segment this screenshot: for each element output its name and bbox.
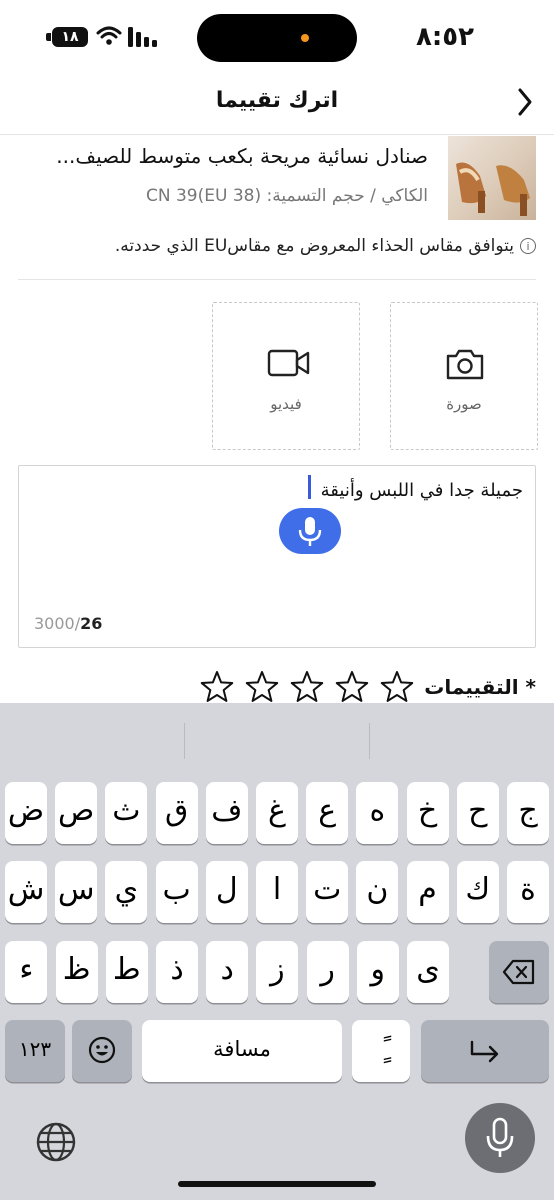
counter-max: 3000/ [34,614,81,633]
back-chevron-icon[interactable] [516,86,534,118]
product-variant: الكاكي / حجم التسمية: (38 CN 39(EU [145,186,428,206]
key-row3-1[interactable]: ى [407,941,449,1003]
key-row2-4[interactable]: ن [356,861,399,923]
cellular-signal-icon [128,27,157,47]
key-row3-7[interactable]: ط [105,941,148,1003]
keyboard: جحخهعغفقثصض ةكمنتالبيسش ىورزدذطظء ١٢٣ مس… [0,703,554,1200]
suggestion-separator [184,723,185,759]
battery-cap [46,33,51,41]
return-icon [470,1040,499,1063]
key-row3-2[interactable]: و [356,941,399,1003]
key-row3-3[interactable]: ر [306,941,349,1003]
backspace-icon [502,959,535,985]
key-row1-3[interactable]: خ [406,782,449,844]
key-row3-4[interactable]: ز [256,941,299,1003]
size-note: يتوافق مقاس الحذاء المعروض مع مقاسEU الذ… [114,236,514,256]
key-row2-1[interactable]: ة [507,861,549,923]
star-4[interactable] [335,671,369,702]
key-row1-10[interactable]: ص [55,782,98,844]
star-2[interactable] [245,671,279,702]
key-row2-5[interactable]: ت [306,861,349,923]
header-divider [0,134,554,135]
delete-key[interactable] [489,941,549,1003]
key-row2-7[interactable]: ل [205,861,248,923]
key-row1-7[interactable]: ف [205,782,248,844]
product-name: صنادل نسائية مريحة بكعب متوسط للصيف... [56,144,428,168]
key-row2-9[interactable]: ي [105,861,148,923]
review-textarea[interactable]: جميلة جدا في اللبس وأنيقة 3000/26 [18,465,536,648]
star-5[interactable] [380,671,414,702]
add-video-button[interactable]: فيديو [212,302,360,450]
return-key[interactable] [421,1020,549,1082]
nav-header: اترك تقييما [0,76,554,134]
status-time: ٨:٥٢ [415,22,474,52]
home-indicator [178,1181,376,1187]
microphone-icon [486,1117,514,1157]
wifi-icon [96,26,122,45]
key-row1-11[interactable]: ض [5,782,47,844]
key-row2-11[interactable]: ش [5,861,47,923]
key-row1-4[interactable]: ه [356,782,399,844]
key-row1-9[interactable]: ث [105,782,148,844]
key-row2-8[interactable]: ب [155,861,198,923]
key-row3-8[interactable]: ظ [55,941,98,1003]
key-row1-6[interactable]: غ [256,782,298,844]
space-key[interactable]: مسافة [142,1020,342,1082]
review-text: جميلة جدا في اللبس وأنيقة [320,480,523,501]
microphone-icon [298,517,322,546]
info-icon: i [520,238,536,254]
key-row1-5[interactable]: ع [306,782,349,844]
key-row2-6[interactable]: ا [256,861,298,923]
numbers-key[interactable]: ١٢٣ [5,1020,65,1082]
dictation-button[interactable] [279,508,341,554]
page-title: اترك تقييما [215,88,339,113]
video-label: فيديو [270,395,302,413]
keyboard-dictation-button[interactable] [465,1103,535,1173]
video-camera-icon [267,349,310,377]
suggestion-bar [0,703,554,777]
section-divider [18,279,536,280]
star-1[interactable] [200,671,234,702]
diacritic-key[interactable]: ًٍ [352,1020,410,1082]
privacy-indicator-dot [301,34,309,42]
battery-icon: ١٨ [52,27,88,47]
text-cursor [308,475,311,499]
key-row3-9[interactable]: ء [5,941,48,1003]
rating-label: * التقييمات [424,675,536,699]
key-row1-1[interactable]: ج [507,782,549,844]
key-row2-10[interactable]: س [55,861,98,923]
emoji-icon [88,1036,116,1064]
suggestion-separator [369,723,370,759]
product-thumbnail [448,136,536,220]
key-row1-2[interactable]: ح [456,782,499,844]
key-row3-5[interactable]: د [206,941,249,1003]
key-row2-2[interactable]: ك [456,861,499,923]
emoji-key[interactable] [72,1020,132,1082]
status-bar: ٨:٥٢ ١٨ [0,0,554,76]
key-row3-6[interactable]: ذ [156,941,198,1003]
star-3[interactable] [290,671,324,702]
add-photo-button[interactable]: صورة [390,302,538,450]
globe-icon[interactable] [35,1121,77,1163]
counter-current: 26 [80,614,103,633]
key-row1-8[interactable]: ق [155,782,198,844]
key-row2-3[interactable]: م [406,861,449,923]
photo-label: صورة [446,395,482,413]
dynamic-island [197,14,357,62]
character-counter: 3000/26 [34,614,102,633]
star-rating[interactable] [200,671,415,705]
camera-icon [446,349,484,380]
